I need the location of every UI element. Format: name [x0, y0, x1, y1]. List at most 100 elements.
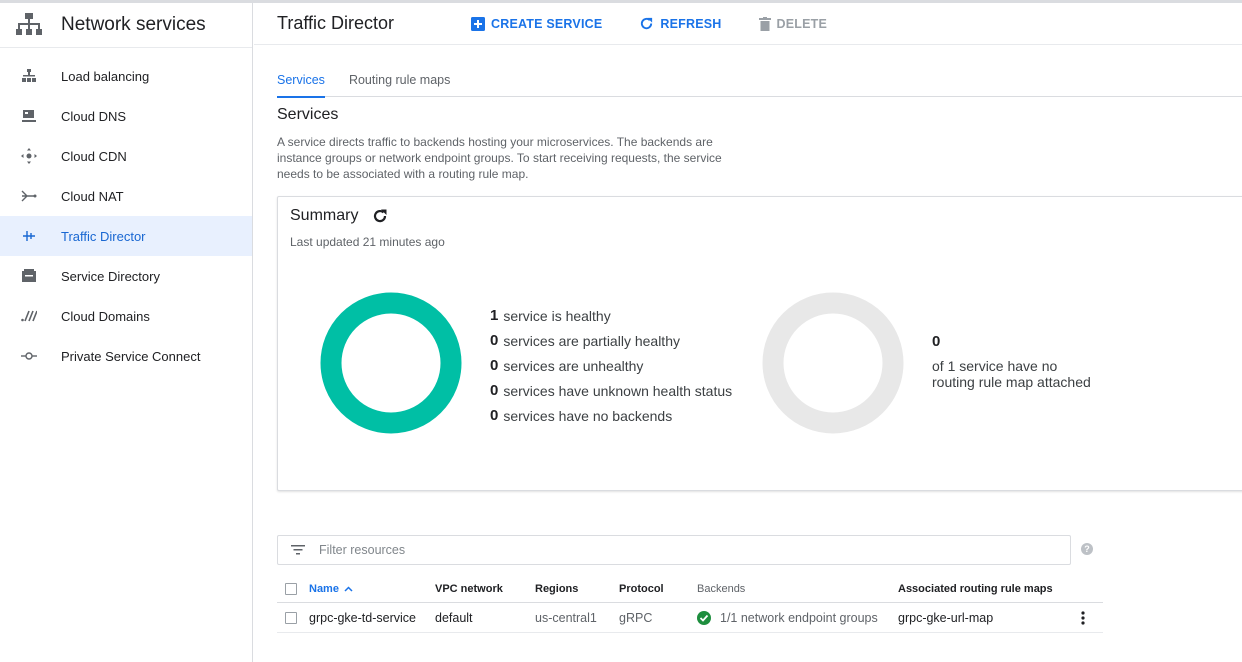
- stat-healthy: 1 service is healthy: [490, 303, 732, 328]
- health-donut-chart: [320, 292, 462, 434]
- stat-unknown: 0 services have unknown health status: [490, 378, 732, 403]
- sidebar: Network services Load balancing Cloud DN…: [0, 3, 253, 662]
- sidebar-item-cloud-domains[interactable]: Cloud Domains: [0, 296, 252, 336]
- help-icon[interactable]: ?: [1081, 543, 1093, 555]
- traffic-director-icon: [20, 227, 38, 245]
- sidebar-item-cloud-dns[interactable]: Cloud DNS: [0, 96, 252, 136]
- summary-title: Summary: [290, 207, 359, 224]
- tab-routing-rule-maps[interactable]: Routing rule maps: [349, 62, 450, 97]
- summary-card: Summary Last updated 21 minutes ago 1 ser…: [277, 196, 1242, 491]
- page-header: Traffic Director CREATE SERVICE REFRESH …: [254, 3, 1242, 45]
- summary-refresh-icon[interactable]: [372, 208, 388, 224]
- row-name[interactable]: grpc-gke-td-service: [309, 603, 416, 632]
- sidebar-title: Network services: [61, 14, 206, 35]
- sidebar-header: Network services: [0, 3, 252, 48]
- routing-text: of 1 service have no routing rule map at…: [932, 358, 1091, 390]
- tab-services[interactable]: Services: [277, 62, 325, 98]
- row-more-actions-icon[interactable]: [1081, 603, 1085, 632]
- cloud-dns-icon: [20, 107, 38, 125]
- routing-count: 0: [932, 333, 941, 350]
- row-backends-text: 1/1 network endpoint groups: [720, 610, 878, 625]
- services-table: Name VPC network Regions Protocol Backen…: [277, 575, 1103, 633]
- column-header-vpc[interactable]: VPC network: [435, 575, 503, 602]
- stat-count: 0: [490, 407, 499, 424]
- stat-count: 0: [490, 382, 499, 399]
- stat-no-backends: 0 services have no backends: [490, 403, 732, 428]
- stat-unhealthy: 0 services are unhealthy: [490, 353, 732, 378]
- stat-partially-healthy: 0 services are partially healthy: [490, 328, 732, 353]
- sidebar-item-label: Service Directory: [61, 268, 160, 284]
- column-header-routing[interactable]: Associated routing rule maps: [898, 575, 1053, 602]
- stat-text: services have unknown health status: [503, 382, 733, 399]
- routing-stat: 0 of 1 service have no routing rule map …: [932, 333, 1102, 390]
- add-box-icon: [471, 16, 485, 31]
- section-title: Services: [277, 106, 339, 123]
- cloud-nat-icon: [20, 187, 38, 205]
- trash-icon: [758, 16, 771, 31]
- health-donut-ring: [320, 292, 462, 434]
- filter-bar[interactable]: [277, 535, 1071, 565]
- private-service-connect-icon: [20, 347, 38, 365]
- stat-text: services are unhealthy: [503, 357, 644, 374]
- sidebar-item-private-service-connect[interactable]: Private Service Connect: [0, 336, 252, 376]
- filter-input[interactable]: [319, 543, 1019, 557]
- section-description: A service directs traffic to backends ho…: [277, 135, 722, 181]
- row-regions: us-central1: [535, 610, 597, 625]
- sidebar-item-label: Load balancing: [61, 68, 150, 84]
- sidebar-nav: Load balancing Cloud DNS Cloud CDN Cloud…: [0, 48, 252, 376]
- stat-count: 1: [490, 307, 499, 324]
- refresh-button[interactable]: REFRESH: [639, 16, 721, 31]
- column-header-backends[interactable]: Backends: [697, 575, 745, 602]
- row-select-cell: [285, 603, 297, 632]
- sidebar-item-label: Private Service Connect: [61, 348, 201, 364]
- sidebar-item-label: Cloud CDN: [61, 148, 127, 164]
- row-checkbox[interactable]: [285, 611, 297, 624]
- summary-header: Summary: [290, 207, 388, 225]
- column-header-regions[interactable]: Regions: [535, 575, 578, 602]
- routing-donut-chart: [762, 292, 904, 434]
- sidebar-item-load-balancing[interactable]: Load balancing: [0, 56, 252, 96]
- delete-label: DELETE: [776, 16, 828, 31]
- stat-text: services have no backends: [503, 407, 673, 424]
- create-service-label: CREATE SERVICE: [491, 16, 603, 31]
- sidebar-item-traffic-director[interactable]: Traffic Director: [0, 216, 252, 256]
- delete-button[interactable]: DELETE: [758, 16, 828, 31]
- sidebar-item-label: Traffic Director: [61, 228, 146, 244]
- stat-text: service is healthy: [503, 307, 611, 324]
- sidebar-item-label: Cloud NAT: [61, 188, 124, 204]
- service-directory-icon: [20, 267, 38, 285]
- cloud-domains-icon: [20, 307, 38, 325]
- last-updated: Last updated 21 minutes ago: [290, 235, 445, 249]
- sort-ascending-icon: [344, 585, 353, 592]
- column-header-protocol[interactable]: Protocol: [619, 575, 664, 602]
- column-header-name-label: Name: [309, 582, 339, 595]
- create-service-button[interactable]: CREATE SERVICE: [471, 16, 603, 31]
- sidebar-item-cloud-nat[interactable]: Cloud NAT: [0, 176, 252, 216]
- filter-icon: [291, 545, 305, 555]
- sidebar-item-service-directory[interactable]: Service Directory: [0, 256, 252, 296]
- page-title: Traffic Director: [277, 13, 395, 33]
- stat-text: services are partially healthy: [503, 332, 680, 349]
- tab-bar: Services Routing rule maps: [277, 62, 1242, 98]
- row-backends: 1/1 network endpoint groups: [697, 603, 878, 632]
- column-header-name[interactable]: Name: [309, 575, 353, 602]
- routing-donut-ring: [762, 292, 904, 434]
- refresh-icon: [639, 16, 654, 31]
- health-stats: 1 service is healthy 0 services are partia…: [490, 303, 732, 428]
- row-vpc: default: [435, 610, 473, 625]
- sidebar-item-cloud-cdn[interactable]: Cloud CDN: [0, 136, 252, 176]
- select-all-cell: [285, 575, 297, 602]
- refresh-label: REFRESH: [660, 16, 722, 31]
- row-protocol: gRPC: [619, 610, 653, 625]
- sidebar-item-label: Cloud Domains: [61, 308, 150, 324]
- row-routing-map[interactable]: grpc-gke-url-map: [898, 603, 993, 632]
- select-all-checkbox[interactable]: [285, 582, 297, 595]
- sidebar-item-label: Cloud DNS: [61, 108, 127, 124]
- network-services-icon: [16, 13, 42, 37]
- load-balancing-icon: [20, 67, 38, 85]
- table-row[interactable]: grpc-gke-td-service default us-central1 …: [277, 603, 1103, 633]
- cloud-cdn-icon: [20, 147, 38, 165]
- stat-count: 0: [490, 357, 499, 374]
- stat-count: 0: [490, 332, 499, 349]
- table-header: Name VPC network Regions Protocol Backen…: [277, 575, 1103, 603]
